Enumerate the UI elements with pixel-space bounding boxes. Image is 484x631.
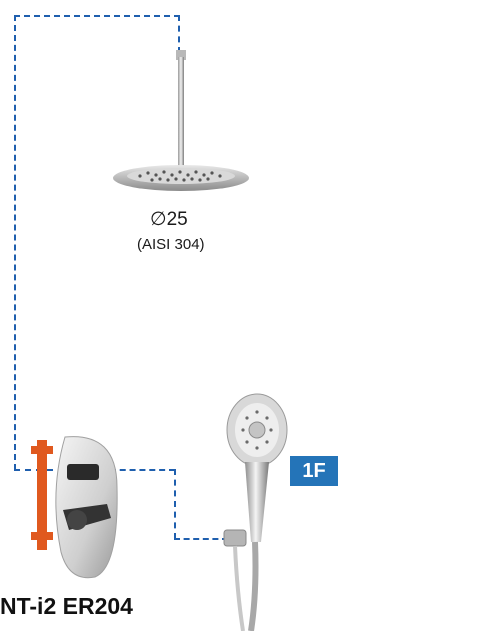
diameter-symbol: ∅ xyxy=(150,209,167,230)
hand-shower-icon xyxy=(223,393,288,631)
diameter-value: 25 xyxy=(166,209,188,230)
ceiling-shower-head-icon xyxy=(113,50,249,191)
pipe-valve-down xyxy=(174,469,176,539)
mixer-valve-icon xyxy=(31,436,118,579)
product-model-title: NT-i2 ER204 xyxy=(0,593,133,619)
variant-badge: 1F xyxy=(290,456,338,486)
shower-diameter: ∅25 xyxy=(150,208,210,231)
shower-material: (AISI 304) xyxy=(137,236,205,253)
pipe-left-vertical xyxy=(14,15,16,470)
pipe-top-horizontal xyxy=(14,15,180,17)
